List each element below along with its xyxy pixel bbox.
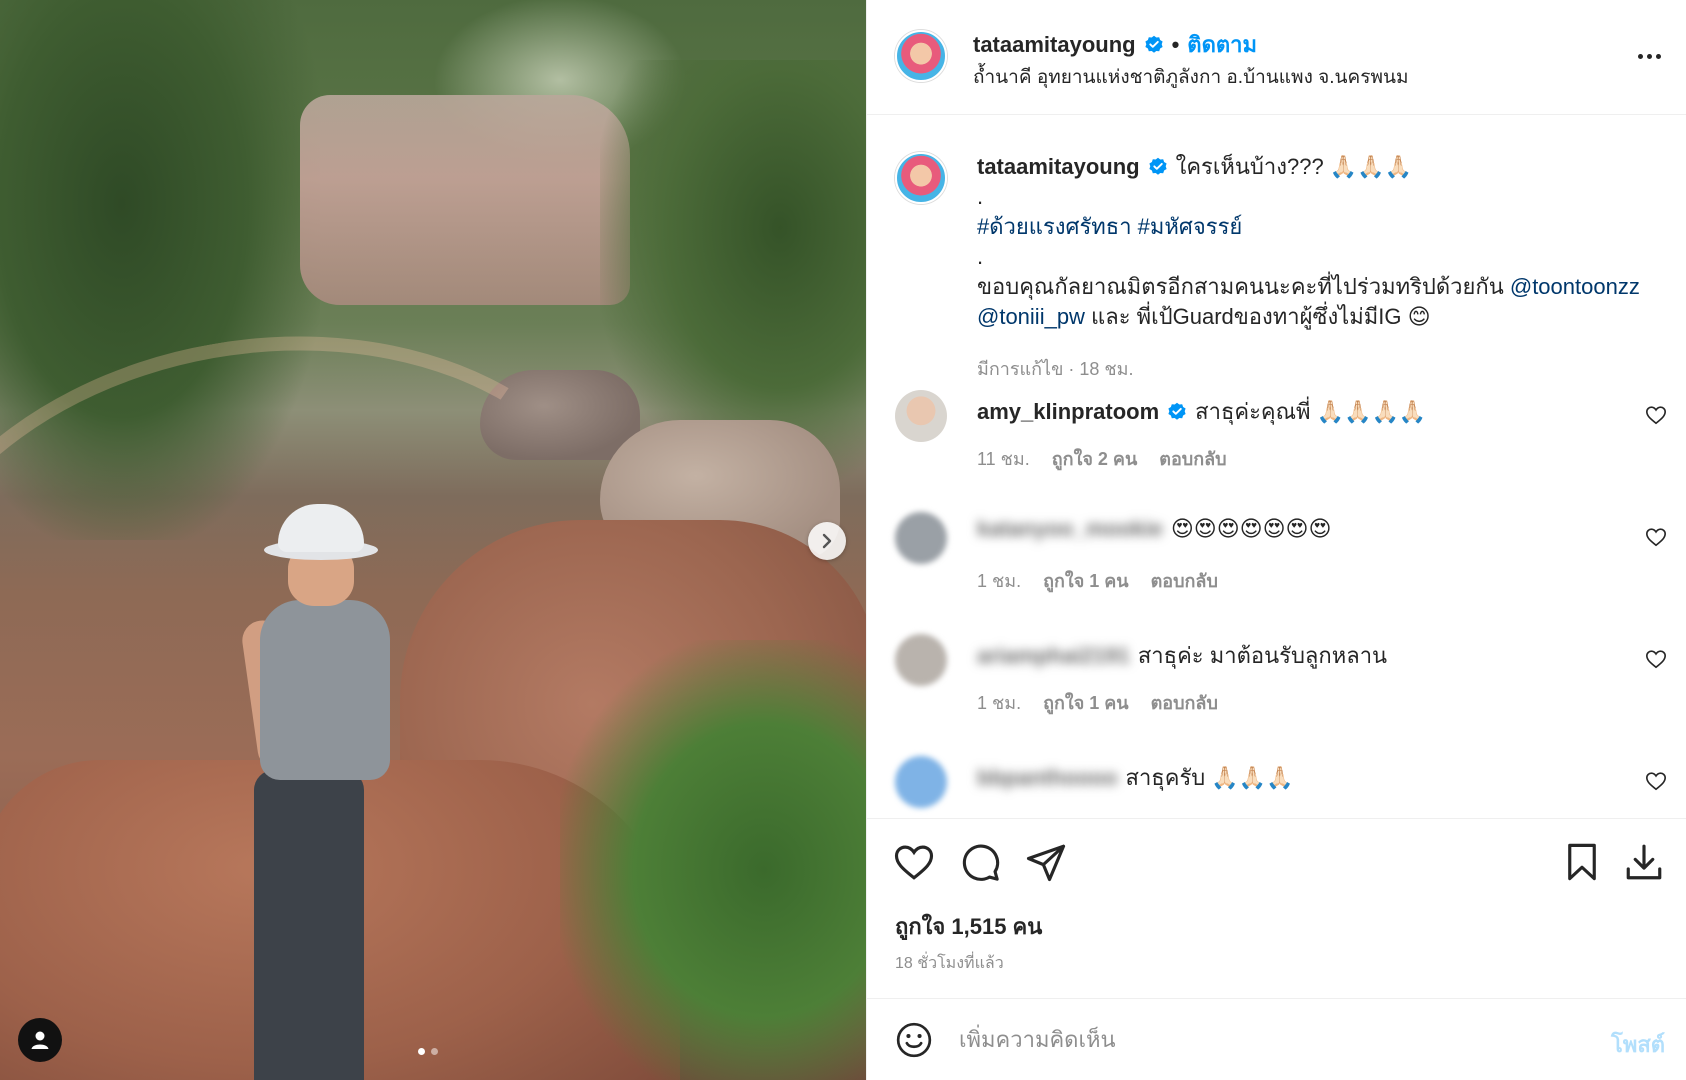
likes-count[interactable]: ถูกใจ 1,515 คน [895,909,1042,944]
comment-username[interactable]: ariamphai2191 [977,643,1130,669]
post-location[interactable]: ถ้ำนาคี อุทยานแห่งชาติภูลังกา อ.บ้านแพง … [973,62,1408,92]
comment-text: สาธุค่ะ มาต้อนรับลูกหลาน [1137,643,1388,668]
caption-dot: . [977,244,984,269]
bookmark-icon[interactable] [1561,841,1603,883]
caption-line: ใครเห็นบ้าง??? 🙏🏻🙏🏻🙏🏻 [1175,154,1412,179]
post-photo[interactable] [0,0,866,1080]
smiley-icon[interactable] [895,1021,933,1059]
comment-item: bbpanthoooo สาธุครับ 🙏🏻🙏🏻🙏🏻 [867,756,1686,816]
post-author: tataamitayoung • ติดตาม [973,27,1257,62]
comment-time[interactable]: 1 ชม. [977,688,1021,717]
comment-likes[interactable]: ถูกใจ 2 คน [1052,444,1138,473]
avatar[interactable] [895,30,947,82]
caption-username[interactable]: tataamitayoung [977,154,1140,179]
person-figure [220,500,420,1080]
separator-dot: • [1171,31,1180,57]
comment-time[interactable]: 1 ชม. [977,566,1021,595]
comment-bubble-icon[interactable] [959,841,1001,883]
comment-meta: 1 ชม. ถูกใจ 1 คน ตอบกลับ [977,688,1218,717]
comment-text: 😍😍😍😍😍😍😍 [1170,516,1332,541]
heart-icon[interactable] [1645,770,1667,792]
post-actions: ถูกใจ 1,515 คน 18 ชั่วโมงที่แล้ว [867,818,1686,998]
verified-badge-icon [1168,402,1186,420]
caption-hashtags[interactable]: #ด้วยแรงศรัทธา #มหัศจรรย์ [977,212,1657,242]
carousel-dot [431,1048,438,1055]
author-username[interactable]: tataamitayoung [973,32,1136,58]
post-detail-panel: tataamitayoung • ติดตาม ถ้ำนาคี อุทยานแห… [866,0,1686,1080]
comment-time[interactable]: 11 ชม. [977,444,1030,473]
avatar[interactable] [895,152,947,204]
avatar[interactable] [895,756,947,808]
post-comment-button[interactable]: โพสต์ [1611,1027,1665,1062]
mention-link[interactable]: @toontoonzz [1510,274,1640,299]
carousel-next-button[interactable] [808,522,846,560]
paper-plane-icon[interactable] [1025,841,1067,883]
reply-button[interactable]: ตอบกลับ [1151,688,1218,717]
follow-button[interactable]: ติดตาม [1187,27,1257,62]
comments-scroll-area[interactable]: tataamitayoung ใครเห็นบ้าง??? 🙏🏻🙏🏻🙏🏻 . #… [867,116,1686,816]
add-comment-bar: โพสต์ [867,998,1686,1080]
cliff-face [300,95,630,305]
verified-badge-icon [1144,35,1163,53]
comment-text: สาธุค่ะคุณพี่ 🙏🏻🙏🏻🙏🏻🙏🏻 [1195,399,1427,424]
download-icon[interactable] [1623,841,1665,883]
comment-username[interactable]: bbpanthoooo [977,765,1118,791]
carousel-dot-active [418,1048,425,1055]
comment-likes[interactable]: ถูกใจ 1 คน [1043,566,1129,595]
heart-icon[interactable] [1645,648,1667,670]
tagged-users-button[interactable] [18,1018,62,1062]
chevron-right-icon [822,533,832,549]
comment-text: สาธุครับ 🙏🏻🙏🏻🙏🏻 [1125,765,1294,790]
post-time[interactable]: 18 ชั่วโมงที่แล้ว [895,951,1004,976]
comment-meta: 1 ชม. ถูกใจ 1 คน ตอบกลับ [977,566,1218,595]
heart-icon[interactable] [893,841,935,883]
avatar[interactable] [895,390,947,442]
comment-meta: 11 ชม. ถูกใจ 2 คน ตอบกลับ [977,444,1227,473]
verified-badge-icon [1148,157,1167,175]
comment-item: amy_klinpratoom สาธุค่ะคุณพี่ 🙏🏻🙏🏻🙏🏻🙏🏻 1… [867,390,1686,500]
comment-username[interactable]: amy_klinpratoom [977,399,1159,425]
caption-text: tataamitayoung ใครเห็นบ้าง??? 🙏🏻🙏🏻🙏🏻 . #… [977,152,1657,332]
more-options-icon [1637,53,1643,59]
comment-likes[interactable]: ถูกใจ 1 คน [1043,688,1129,717]
caption-dot: . [977,184,984,209]
caption-meta: มีการแก้ไข · 18 ชม. [977,359,1134,379]
post-header: tataamitayoung • ติดตาม ถ้ำนาคี อุทยานแห… [867,0,1686,115]
comment-username[interactable]: katanyoo_mookie [977,516,1163,542]
heart-icon[interactable] [1645,526,1667,548]
avatar[interactable] [895,512,947,564]
more-options-button[interactable] [1629,44,1669,68]
heart-icon[interactable] [1645,404,1667,426]
caption-thanks: ขอบคุณกัลยาณมิตรอีกสามคนนะคะที่ไปร่วมทริ… [977,274,1640,329]
person-icon [31,1031,49,1049]
reply-button[interactable]: ตอบกลับ [1151,566,1218,595]
mention-link[interactable]: @toniii_pw [977,304,1085,329]
reply-button[interactable]: ตอบกลับ [1159,444,1226,473]
foliage-bottom-right [560,640,866,1080]
comment-input[interactable] [959,1019,1559,1061]
comment-item: ariamphai2191 สาธุค่ะ มาต้อนรับลูกหลาน 1… [867,634,1686,744]
carousel-indicator [418,1048,438,1055]
avatar[interactable] [895,634,947,686]
comment-item: katanyoo_mookie 😍😍😍😍😍😍😍 1 ชม. ถูกใจ 1 คน… [867,512,1686,622]
